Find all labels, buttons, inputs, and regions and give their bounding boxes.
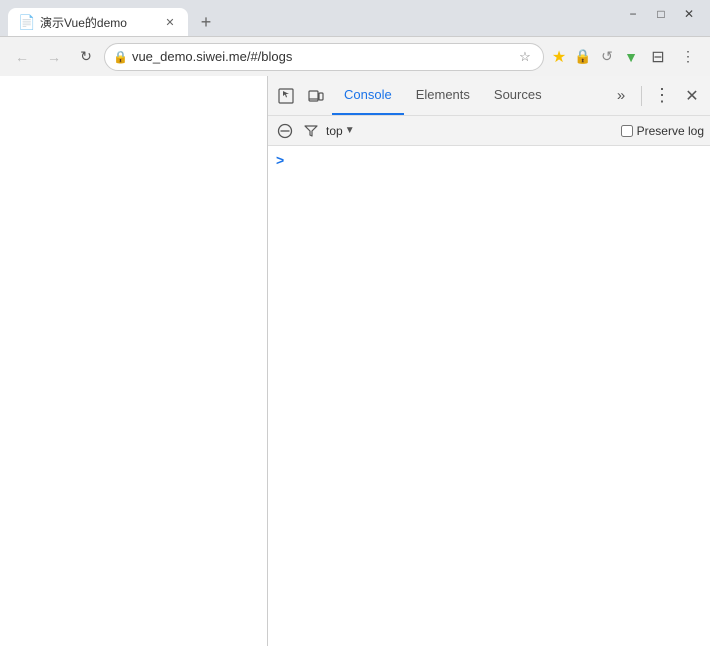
filter-button[interactable] xyxy=(300,120,322,142)
page-area xyxy=(0,76,267,646)
devtools-menu-button[interactable]: ⋮ xyxy=(648,82,676,110)
console-toolbar: top ▼ Preserve log xyxy=(268,116,710,146)
maximize-button[interactable]: □ xyxy=(648,4,674,24)
inspect-element-button[interactable] xyxy=(272,82,300,110)
new-tab-button[interactable]: + xyxy=(192,8,220,36)
page-security-icon: 🔒 xyxy=(113,50,128,64)
clear-console-button[interactable] xyxy=(274,120,296,142)
devtools-tabs: Console Elements Sources xyxy=(332,76,605,115)
tab-title: 演示Vue的demo xyxy=(40,14,156,31)
forward-button[interactable]: → xyxy=(40,43,68,71)
customize-button[interactable]: ⊟ xyxy=(644,43,672,71)
extension-icon-4[interactable]: ▼ xyxy=(620,46,642,68)
devtools-panel: Console Elements Sources » ⋮ ✕ xyxy=(267,76,710,646)
extension-icon-2[interactable]: 🔒 xyxy=(572,46,594,68)
main-content: Console Elements Sources » ⋮ ✕ xyxy=(0,76,710,646)
preserve-log-checkbox[interactable] xyxy=(621,125,633,137)
minimize-button[interactable]: − xyxy=(620,4,646,24)
extension-icon-3[interactable]: ↺ xyxy=(596,46,618,68)
tab-console[interactable]: Console xyxy=(332,76,404,115)
tab-sources[interactable]: Sources xyxy=(482,76,554,115)
active-tab[interactable]: 📄 演示Vue的demo ✕ xyxy=(8,8,188,36)
console-prompt-row: > xyxy=(272,150,706,170)
bookmark-button[interactable]: ☆ xyxy=(515,47,535,67)
address-input[interactable] xyxy=(132,49,511,64)
preserve-log-label: Preserve log xyxy=(637,124,704,138)
tab-elements[interactable]: Elements xyxy=(404,76,482,115)
console-content: > xyxy=(268,146,710,646)
devtools-close-button[interactable]: ✕ xyxy=(678,82,706,110)
tab-bar: 📄 演示Vue的demo ✕ + xyxy=(8,0,220,36)
console-prompt-arrow[interactable]: > xyxy=(276,152,284,168)
tab-favicon: 📄 xyxy=(18,14,34,30)
chrome-menu-button[interactable]: ⋮ xyxy=(674,43,702,71)
nav-actions: ★ 🔒 ↺ ▼ ⊟ ⋮ xyxy=(548,43,702,71)
extension-icon-1[interactable]: ★ xyxy=(548,46,570,68)
title-bar: 📄 演示Vue的demo ✕ + − □ ✕ xyxy=(0,0,710,36)
back-button[interactable]: ← xyxy=(8,43,36,71)
context-label: top xyxy=(326,124,343,138)
window-controls: − □ ✕ xyxy=(620,4,702,32)
tab-close-button[interactable]: ✕ xyxy=(162,14,178,30)
address-bar-container[interactable]: 🔒 ☆ xyxy=(104,43,544,71)
toolbar-separator xyxy=(641,86,642,106)
reload-button[interactable]: ↻ xyxy=(72,43,100,71)
devtools-toolbar: Console Elements Sources » ⋮ ✕ xyxy=(268,76,710,116)
more-tabs-button[interactable]: » xyxy=(607,82,635,110)
device-toolbar-button[interactable] xyxy=(302,82,330,110)
context-dropdown-arrow: ▼ xyxy=(345,125,355,136)
preserve-log-container: Preserve log xyxy=(621,124,704,138)
navigation-bar: ← → ↻ 🔒 ☆ ★ 🔒 ↺ ▼ ⊟ ⋮ xyxy=(0,36,710,76)
context-selector[interactable]: top ▼ xyxy=(326,124,355,138)
browser-window: 📄 演示Vue的demo ✕ + − □ ✕ ← → ↻ 🔒 ☆ ★ 🔒 ↺ ▼… xyxy=(0,0,710,646)
close-window-button[interactable]: ✕ xyxy=(676,4,702,24)
